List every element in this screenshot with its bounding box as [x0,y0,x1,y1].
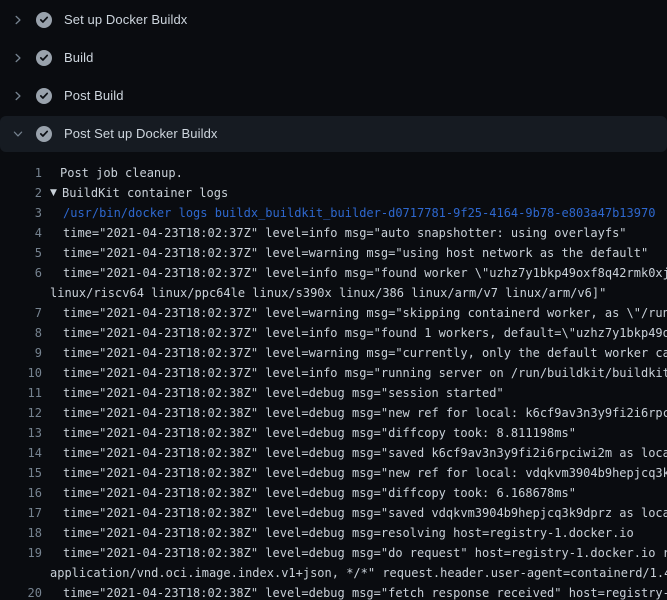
check-circle-icon [36,12,52,28]
line-number-link[interactable]: 18 [0,523,42,543]
log-row: application/vnd.oci.image.index.v1+json,… [0,563,667,583]
log-row: 6 time="2021-04-23T18:02:37Z" level=info… [0,263,667,283]
log-line-text: time="2021-04-23T18:02:37Z" level=info m… [42,363,667,383]
line-number-link[interactable]: 9 [0,343,42,363]
log-row: 5 time="2021-04-23T18:02:37Z" level=warn… [0,243,667,263]
log-row: 8 time="2021-04-23T18:02:37Z" level=info… [0,323,667,343]
triangle-down-icon[interactable]: ▼ [50,183,62,203]
log-line-text: time="2021-04-23T18:02:37Z" level=info m… [42,263,667,283]
log-line-text: time="2021-04-23T18:02:38Z" level=debug … [42,383,504,403]
step-row[interactable]: Build [0,40,667,76]
step-label: Post Build [64,88,124,104]
log-row: 4 time="2021-04-23T18:02:37Z" level=info… [0,223,667,243]
log-row: 11 time="2021-04-23T18:02:38Z" level=deb… [0,383,667,403]
log-line-text: time="2021-04-23T18:02:38Z" level=debug … [42,443,667,463]
log-line-text: linux/riscv64 linux/ppc64le linux/s390x … [42,283,606,303]
log-row: 20 time="2021-04-23T18:02:38Z" level=deb… [0,583,667,600]
step-row[interactable]: Set up Docker Buildx [0,2,667,38]
log-line-text: time="2021-04-23T18:02:37Z" level=warnin… [42,303,667,323]
step-label: Build [64,50,93,66]
log-row: 16 time="2021-04-23T18:02:38Z" level=deb… [0,483,667,503]
line-number-link[interactable]: 1 [0,163,42,183]
line-number-link[interactable]: 10 [0,363,42,383]
log-row: 10 time="2021-04-23T18:02:37Z" level=inf… [0,363,667,383]
step-label: Post Set up Docker Buildx [64,126,218,142]
line-number-link[interactable]: 5 [0,243,42,263]
steps-list: Set up Docker Buildx Build Post Buil [0,2,667,152]
log-row: 15 time="2021-04-23T18:02:38Z" level=deb… [0,463,667,483]
log-line-text: time="2021-04-23T18:02:38Z" level=debug … [42,543,667,563]
log-line-text: time="2021-04-23T18:02:37Z" level=info m… [42,323,667,343]
log-row: 13 time="2021-04-23T18:02:38Z" level=deb… [0,423,667,443]
log-row: 7 time="2021-04-23T18:02:37Z" level=warn… [0,303,667,323]
workflow-log-viewer: Set up Docker Buildx Build Post Buil [0,0,667,600]
log-row: 9 time="2021-04-23T18:02:37Z" level=warn… [0,343,667,363]
line-number-link[interactable]: 4 [0,223,42,243]
line-number-link[interactable]: 7 [0,303,42,323]
group-title: BuildKit container logs [62,183,228,203]
line-number-link[interactable]: 3 [0,203,42,223]
chevron-right-icon [12,52,24,64]
chevron-right-icon [12,90,24,102]
line-number-link[interactable]: 11 [0,383,42,403]
check-circle-icon [36,88,52,104]
log-line-text: time="2021-04-23T18:02:38Z" level=debug … [42,523,634,543]
line-number-link[interactable]: 14 [0,443,42,463]
line-number-link[interactable] [0,563,42,583]
log-row: 14 time="2021-04-23T18:02:38Z" level=deb… [0,443,667,463]
line-number-link[interactable]: 17 [0,503,42,523]
line-number-link[interactable]: 16 [0,483,42,503]
log-line-text: Post job cleanup. [42,163,183,183]
log-line-text: time="2021-04-23T18:02:37Z" level=warnin… [42,243,648,263]
check-circle-icon [36,50,52,66]
log-line-text: /usr/bin/docker logs buildx_buildkit_bui… [42,203,655,223]
log-row: 2 ▼BuildKit container logs [0,183,667,203]
step-row[interactable]: Post Build [0,78,667,114]
line-number-link[interactable]: 2 [0,183,42,203]
log-row: 3 /usr/bin/docker logs buildx_buildkit_b… [0,203,667,223]
log-line-text: time="2021-04-23T18:02:38Z" level=debug … [42,403,667,423]
log-line-text: time="2021-04-23T18:02:37Z" level=warnin… [42,343,667,363]
log-row: 1 Post job cleanup. [0,163,667,183]
line-number-link[interactable]: 6 [0,263,42,283]
line-number-link[interactable]: 19 [0,543,42,563]
line-number-link[interactable]: 20 [0,583,42,600]
line-number-link[interactable] [0,283,42,303]
log-row: linux/riscv64 linux/ppc64le linux/s390x … [0,283,667,303]
step-row[interactable]: Post Set up Docker Buildx [0,116,667,152]
log-line-text: time="2021-04-23T18:02:37Z" level=info m… [42,223,627,243]
line-number-link[interactable]: 13 [0,423,42,443]
log-line-text: time="2021-04-23T18:02:38Z" level=debug … [42,503,667,523]
step-label: Set up Docker Buildx [64,12,187,28]
chevron-down-icon [12,128,24,140]
log-line-text: time="2021-04-23T18:02:38Z" level=debug … [42,463,667,483]
log-row: 18 time="2021-04-23T18:02:38Z" level=deb… [0,523,667,543]
line-number-link[interactable]: 12 [0,403,42,423]
log-line-text: time="2021-04-23T18:02:38Z" level=debug … [42,423,576,443]
chevron-right-icon [12,14,24,26]
log-row: 12 time="2021-04-23T18:02:38Z" level=deb… [0,403,667,423]
check-circle-icon [36,126,52,142]
log-line-text: ▼BuildKit container logs [42,183,228,203]
log-line-text: application/vnd.oci.image.index.v1+json,… [42,563,667,583]
log-row: 17 time="2021-04-23T18:02:38Z" level=deb… [0,503,667,523]
line-number-link[interactable]: 8 [0,323,42,343]
line-number-link[interactable]: 15 [0,463,42,483]
log-row: 19 time="2021-04-23T18:02:38Z" level=deb… [0,543,667,563]
log-area: 1 Post job cleanup. 2 ▼BuildKit containe… [0,154,667,600]
log-line-text: time="2021-04-23T18:02:38Z" level=debug … [42,483,576,503]
log-line-text: time="2021-04-23T18:02:38Z" level=debug … [42,583,667,600]
